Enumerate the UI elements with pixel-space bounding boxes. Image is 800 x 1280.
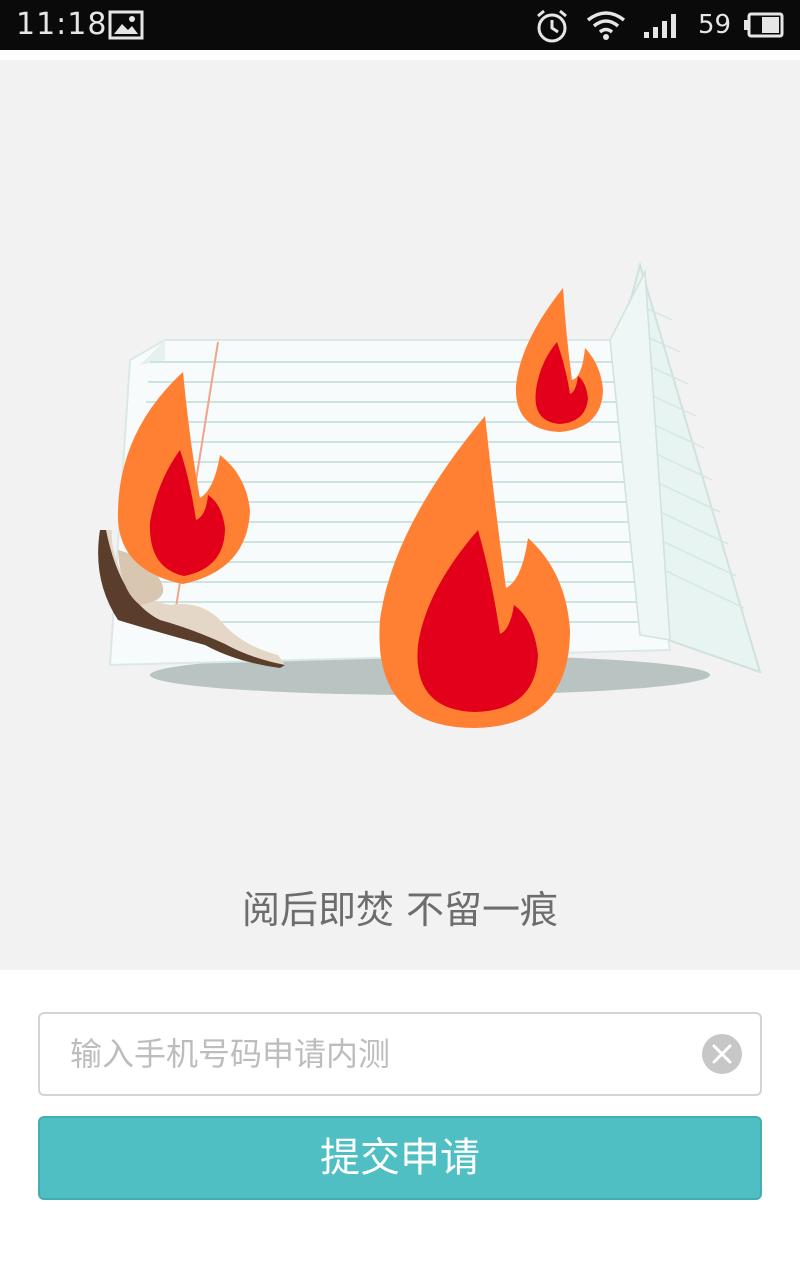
clear-icon xyxy=(712,1044,732,1064)
battery-level: 59 xyxy=(698,10,732,40)
clear-button[interactable] xyxy=(702,1034,742,1074)
alarm-icon xyxy=(537,9,567,43)
tagline: 阅后即焚 不留一痕 xyxy=(241,888,559,932)
phone-field[interactable] xyxy=(38,1012,762,1096)
phone-input[interactable] xyxy=(70,1014,690,1094)
hero-section: 阅后即焚 不留一痕 xyxy=(0,60,800,1008)
submit-button[interactable]: 提交申请 xyxy=(38,1116,762,1200)
battery-icon xyxy=(744,12,784,38)
top-divider xyxy=(0,50,800,60)
status-bar: 11:18 59 xyxy=(0,0,800,50)
status-time: 11:18 xyxy=(16,7,108,42)
signal-icon xyxy=(644,14,676,38)
burning-notepad-illustration xyxy=(98,261,762,728)
apply-form: 提交申请 xyxy=(0,970,800,1280)
wifi-icon xyxy=(586,11,626,40)
image-icon xyxy=(108,10,144,40)
